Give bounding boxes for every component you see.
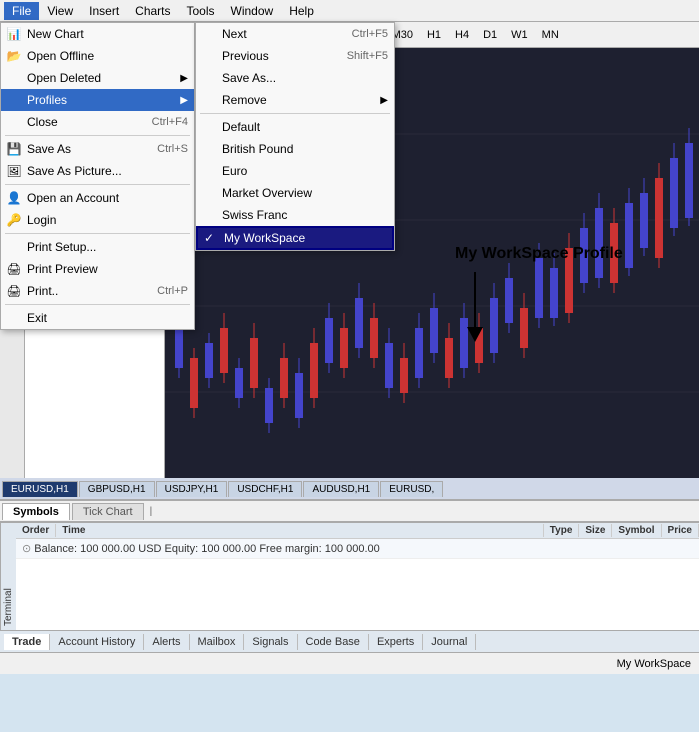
menu-item-exit[interactable]: Exit — [1, 307, 194, 329]
separator-2 — [5, 184, 190, 185]
terminal-panel: Terminal Order Time Type Size Symbol Pri… — [0, 522, 699, 652]
menu-item-save-as[interactable]: 💾 Save As Ctrl+S — [1, 138, 194, 160]
menu-item-print[interactable]: 🖨 Print.. Ctrl+P — [1, 280, 194, 302]
profiles-previous[interactable]: Previous Shift+F5 — [196, 45, 394, 67]
status-text: My WorkSpace — [617, 658, 691, 670]
menu-file[interactable]: File — [4, 2, 39, 20]
col-time: Time — [56, 524, 544, 537]
term-tab-account-history[interactable]: Account History — [50, 634, 144, 650]
tf-h4[interactable]: H4 — [450, 27, 474, 43]
balance-text: Balance: 100 000.00 USD Equity: 100 000.… — [34, 543, 380, 555]
next-shortcut: Ctrl+F5 — [352, 28, 388, 40]
tab-tick-chart[interactable]: Tick Chart — [72, 503, 144, 520]
term-tab-journal[interactable]: Journal — [423, 634, 476, 650]
tf-mn[interactable]: MN — [537, 27, 564, 43]
term-tab-signals[interactable]: Signals — [244, 634, 297, 650]
menu-item-print-setup[interactable]: Print Setup... — [1, 236, 194, 258]
menu-help[interactable]: Help — [281, 2, 322, 20]
separator-3 — [5, 233, 190, 234]
term-tab-trade[interactable]: Trade — [4, 634, 50, 650]
symbol-tab-usdjpy[interactable]: USDJPY,H1 — [156, 481, 228, 497]
profiles-save-as[interactable]: Save As... — [196, 67, 394, 89]
col-symbol: Symbol — [612, 524, 661, 537]
menu-window[interactable]: Window — [223, 2, 282, 20]
terminal-table-header: Order Time Type Size Symbol Price — [16, 523, 699, 539]
terminal-label: Terminal — [0, 523, 16, 630]
tf-w1[interactable]: W1 — [506, 27, 533, 43]
profiles-remove[interactable]: Remove ▶ — [196, 89, 394, 111]
menu-item-profiles[interactable]: Profiles ▶ — [1, 89, 194, 111]
col-type: Type — [544, 524, 580, 537]
symbol-tab-eurusd2[interactable]: EURUSD, — [380, 481, 443, 497]
menu-bar: File View Insert Charts Tools Window Hel… — [0, 0, 699, 22]
prev-shortcut: Shift+F5 — [347, 50, 388, 62]
close-shortcut: Ctrl+F4 — [152, 116, 188, 128]
profiles-british-pound[interactable]: British Pound — [196, 138, 394, 160]
login-icon: 🔑 — [5, 211, 23, 229]
term-tab-codebase[interactable]: Code Base — [298, 634, 369, 650]
print-preview-icon: 🖨 — [5, 260, 23, 278]
col-size: Size — [579, 524, 612, 537]
picture-icon: 🖼 — [5, 162, 23, 180]
menu-item-open-account[interactable]: 👤 Open an Account — [1, 187, 194, 209]
profiles-default[interactable]: Default — [196, 116, 394, 138]
profiles-submenu: Next Ctrl+F5 Previous Shift+F5 Save As..… — [195, 22, 395, 251]
profiles-separator — [200, 113, 390, 114]
term-tab-experts[interactable]: Experts — [369, 634, 423, 650]
remove-arrow: ▶ — [380, 95, 388, 106]
col-order: Order — [16, 524, 56, 537]
menu-charts[interactable]: Charts — [127, 2, 178, 20]
symbol-tab-usdchf[interactable]: USDCHF,H1 — [228, 481, 302, 497]
col-price: Price — [662, 524, 699, 537]
profiles-arrow: ▶ — [180, 95, 188, 106]
account-icon: 👤 — [5, 189, 23, 207]
menu-insert[interactable]: Insert — [81, 2, 127, 20]
profiles-next[interactable]: Next Ctrl+F5 — [196, 23, 394, 45]
menu-view[interactable]: View — [39, 2, 81, 20]
symbol-tabs: EURUSD,H1 GBPUSD,H1 USDJPY,H1 USDCHF,H1 … — [0, 478, 699, 500]
save-shortcut: Ctrl+S — [157, 143, 188, 155]
symbol-tab-eurusd[interactable]: EURUSD,H1 — [2, 481, 78, 497]
tf-h1[interactable]: H1 — [422, 27, 446, 43]
new-chart-icon: 📊 — [5, 25, 23, 43]
menu-item-print-preview[interactable]: 🖨 Print Preview — [1, 258, 194, 280]
profiles-swiss-franc[interactable]: Swiss Franc — [196, 204, 394, 226]
open-deleted-arrow: ▶ — [180, 73, 188, 84]
profiles-market-overview[interactable]: Market Overview — [196, 182, 394, 204]
menu-item-open-offline[interactable]: 📂 Open Offline — [1, 45, 194, 67]
print-shortcut: Ctrl+P — [157, 285, 188, 297]
print-icon: 🖨 — [5, 282, 23, 300]
bottom-tabs-bar: Symbols Tick Chart | — [0, 500, 699, 522]
symbol-tab-gbpusd[interactable]: GBPUSD,H1 — [79, 481, 155, 497]
menu-tools[interactable]: Tools — [179, 2, 223, 20]
tab-symbols[interactable]: Symbols — [2, 503, 70, 520]
menu-item-save-as-picture[interactable]: 🖼 Save As Picture... — [1, 160, 194, 182]
separator-1 — [5, 135, 190, 136]
menu-item-close[interactable]: Close Ctrl+F4 — [1, 111, 194, 133]
term-tab-mailbox[interactable]: Mailbox — [190, 634, 245, 650]
status-bar: My WorkSpace — [0, 652, 699, 674]
file-menu: 📊 New Chart 📂 Open Offline Open Deleted … — [0, 22, 195, 330]
term-tab-alerts[interactable]: Alerts — [144, 634, 189, 650]
open-offline-icon: 📂 — [5, 47, 23, 65]
menu-item-login[interactable]: 🔑 Login — [1, 209, 194, 231]
menu-item-open-deleted[interactable]: Open Deleted ▶ — [1, 67, 194, 89]
save-icon: 💾 — [5, 140, 23, 158]
menu-item-new-chart[interactable]: 📊 New Chart — [1, 23, 194, 45]
symbol-tab-audusd[interactable]: AUDUSD,H1 — [303, 481, 379, 497]
balance-row: ⊙ Balance: 100 000.00 USD Equity: 100 00… — [16, 539, 699, 559]
profiles-euro[interactable]: Euro — [196, 160, 394, 182]
separator-4 — [5, 304, 190, 305]
profiles-my-workspace[interactable]: My WorkSpace — [196, 226, 394, 250]
terminal-bottom-tabs: Trade Account History Alerts Mailbox Sig… — [0, 630, 699, 652]
tf-d1[interactable]: D1 — [478, 27, 502, 43]
